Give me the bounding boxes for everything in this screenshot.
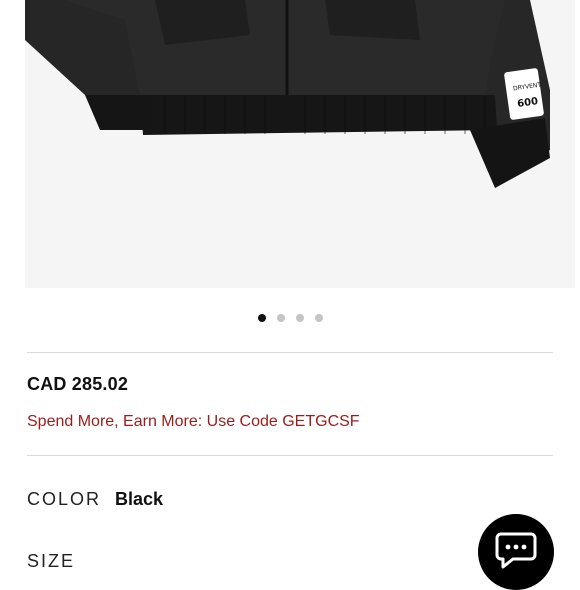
promo-text: Spend More, Earn More: Use Code GETGCSF — [27, 413, 360, 430]
color-label: COLOR — [27, 489, 102, 509]
product-price: CAD 285.02 — [27, 374, 129, 394]
carousel-dot[interactable] — [314, 314, 323, 322]
carousel-dot[interactable] — [257, 314, 266, 322]
carousel-dot[interactable] — [276, 314, 285, 322]
chat-bubble-icon — [495, 532, 537, 569]
divider — [27, 352, 553, 353]
divider — [27, 455, 553, 456]
size-label: SIZE — [27, 551, 76, 571]
jacket-illustration: DRYVENT 600 — [25, 0, 550, 188]
carousel-dots — [0, 314, 580, 324]
product-image[interactable]: DRYVENT 600 — [25, 0, 575, 288]
color-value: Black — [115, 489, 164, 509]
chat-button[interactable] — [478, 514, 554, 590]
carousel-dot[interactable] — [295, 314, 304, 322]
